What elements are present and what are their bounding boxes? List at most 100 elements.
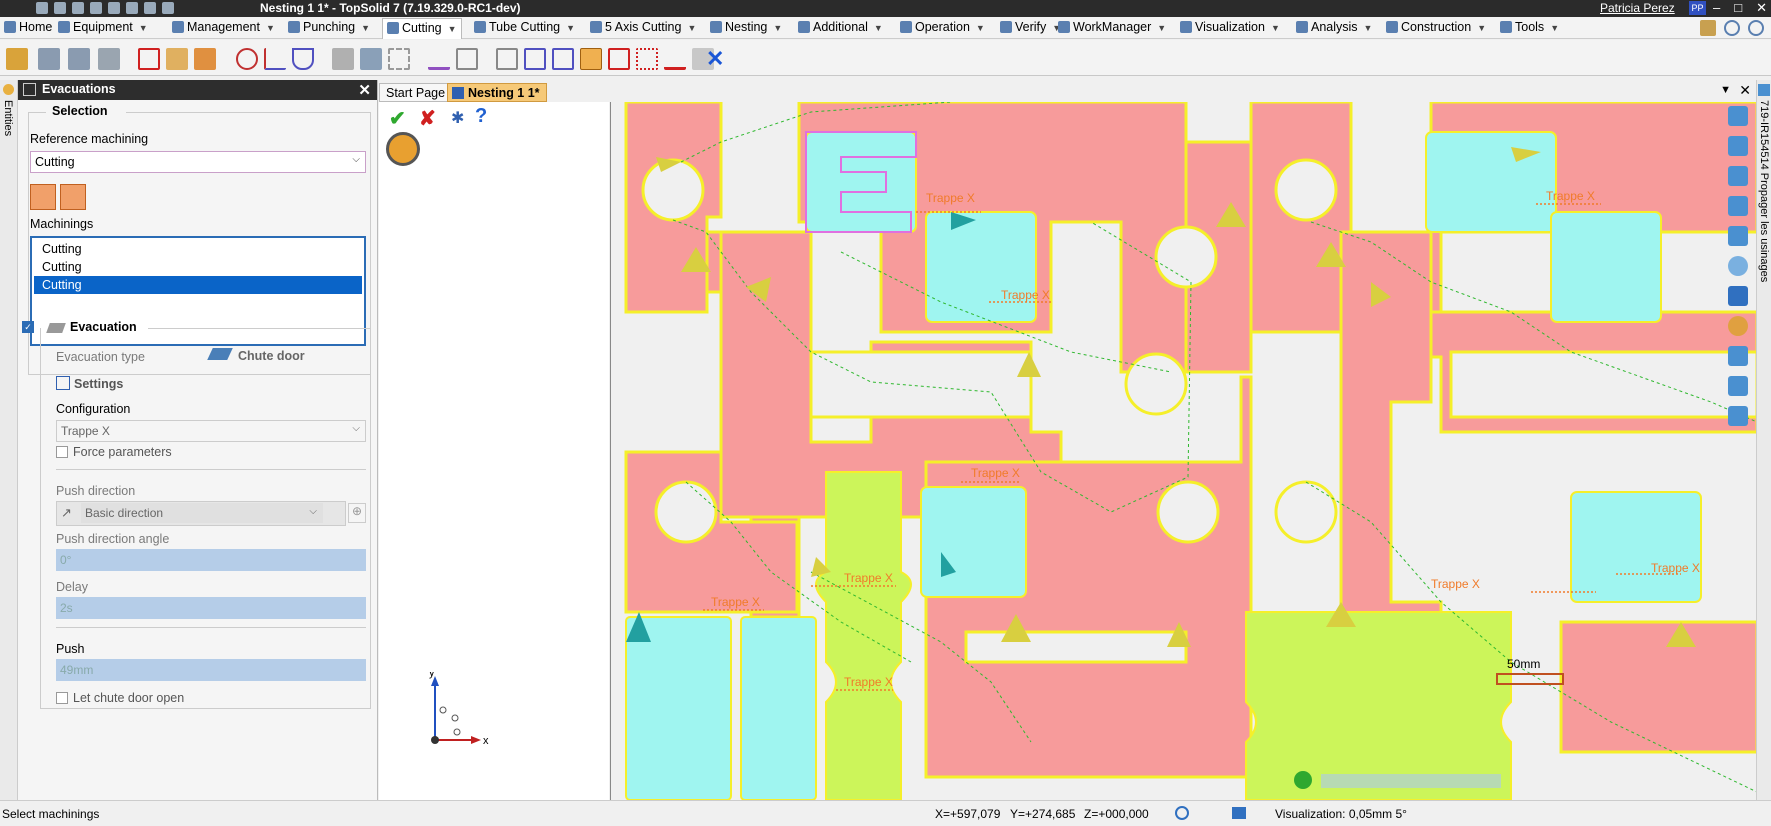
bridge-icon[interactable]: [664, 48, 686, 70]
magnify-icon[interactable]: [1728, 196, 1748, 216]
select-chain-icon[interactable]: [60, 184, 86, 210]
sequence-icons[interactable]: [1321, 774, 1501, 788]
tool-c-icon[interactable]: [388, 48, 410, 70]
chevron-down-icon[interactable]: ▼: [1157, 23, 1166, 33]
part-icon[interactable]: [98, 48, 120, 70]
redo-icon[interactable]: [108, 2, 120, 14]
menu-additional[interactable]: Additional ▼: [798, 20, 883, 38]
hole[interactable]: [1274, 158, 1338, 222]
chevron-down-icon[interactable]: ▼: [266, 23, 275, 33]
save-icon[interactable]: [36, 2, 48, 14]
menu-tools[interactable]: Tools ▼: [1500, 20, 1559, 38]
chevron-down-icon[interactable]: ▼: [448, 24, 457, 34]
slot[interactable]: [809, 350, 1033, 419]
chevron-down-icon[interactable]: ▼: [139, 23, 148, 33]
spline-icon[interactable]: [552, 48, 574, 70]
status-ok-icon[interactable]: [1294, 771, 1312, 789]
hole[interactable]: [1156, 480, 1220, 544]
micro-joint-icon[interactable]: [636, 48, 658, 70]
macro-icon[interactable]: [162, 2, 174, 14]
close-window-icon[interactable]: ✕: [1756, 0, 1767, 16]
print-icon[interactable]: [72, 2, 84, 14]
grid-icon[interactable]: [138, 48, 160, 70]
snap-icon[interactable]: [1175, 806, 1189, 820]
part[interactable]: [1245, 611, 1512, 800]
chevron-down-icon[interactable]: ▼: [1271, 23, 1280, 33]
tab-start-page[interactable]: Start Page: [379, 83, 453, 102]
profile-icon[interactable]: [496, 48, 518, 70]
slot[interactable]: [1449, 350, 1756, 419]
hole[interactable]: [1124, 352, 1188, 416]
menu-5-axis-cutting[interactable]: 5 Axis Cutting ▼: [590, 20, 696, 38]
user-name[interactable]: Patricia Perez: [1600, 1, 1675, 15]
menu-workmanager[interactable]: WorkManager ▼: [1058, 20, 1166, 38]
evacuation-icon[interactable]: [580, 48, 602, 70]
pin-icon[interactable]: ✱: [451, 108, 464, 128]
propagate-icon[interactable]: [1758, 84, 1770, 96]
import-icon[interactable]: [6, 48, 28, 70]
window-icon[interactable]: [1728, 226, 1748, 246]
let-chute-door-open-checkbox[interactable]: [56, 692, 68, 704]
layout-icon[interactable]: [194, 48, 216, 70]
zoom-icon[interactable]: [1748, 20, 1764, 36]
machine-icon[interactable]: [1728, 376, 1748, 396]
tool-b-icon[interactable]: [360, 48, 382, 70]
marker-icon[interactable]: [428, 48, 450, 70]
delay-field[interactable]: 2s: [56, 597, 366, 619]
menu-punching[interactable]: Punching ▼: [288, 20, 370, 38]
part[interactable]: [815, 471, 912, 800]
hole[interactable]: [654, 480, 718, 544]
chevron-down-icon[interactable]: ▼: [1364, 23, 1373, 33]
palette-icon[interactable]: [1728, 316, 1748, 336]
part[interactable]: [1559, 620, 1756, 754]
frame-icon[interactable]: [456, 48, 478, 70]
zoom-fit-icon[interactable]: [1728, 256, 1748, 276]
curve-icon[interactable]: [524, 48, 546, 70]
menu-operation[interactable]: Operation ▼: [900, 20, 985, 38]
menu-construction[interactable]: Construction ▼: [1386, 20, 1486, 38]
push-field[interactable]: 49mm: [56, 659, 366, 681]
pick-direction-icon[interactable]: ⊕: [348, 503, 366, 523]
close-document-icon[interactable]: ✕: [1739, 82, 1751, 99]
minimize-icon[interactable]: –: [1713, 0, 1720, 16]
validate-icon[interactable]: ✔: [389, 106, 406, 131]
refresh-icon[interactable]: [144, 2, 156, 14]
close-icon[interactable]: ✕: [358, 81, 371, 99]
evacuation-checkbox[interactable]: ✓: [22, 321, 34, 333]
menu-management[interactable]: Management ▼: [172, 20, 275, 38]
menu-verify[interactable]: Verify ▼: [1000, 20, 1061, 38]
graphics-viewport[interactable]: Trappe X Trappe X Trappe X Trappe X Trap…: [610, 102, 1756, 800]
reference-machining-select[interactable]: Cutting ⌵: [30, 151, 366, 173]
lead-in-icon[interactable]: [236, 48, 258, 70]
chevron-down-icon[interactable]: ▼: [566, 23, 575, 33]
undo-icon[interactable]: [90, 2, 102, 14]
menu-analysis[interactable]: Analysis ▼: [1296, 20, 1372, 38]
cancel-operation-icon[interactable]: ✘: [419, 106, 436, 131]
cancel-icon[interactable]: ✕: [706, 46, 724, 72]
maximize-icon[interactable]: □: [1734, 0, 1742, 16]
force-parameters-checkbox[interactable]: [56, 446, 68, 458]
layers-icon[interactable]: [1728, 346, 1748, 366]
chevron-down-icon[interactable]: ▼: [874, 23, 883, 33]
menu-cutting[interactable]: Cutting ▼: [382, 18, 462, 39]
entities-icon[interactable]: [3, 84, 14, 95]
help-icon[interactable]: ?: [475, 105, 487, 128]
layers-status-icon[interactable]: [1232, 807, 1246, 819]
nest-icon[interactable]: [166, 48, 188, 70]
evacuation-zone[interactable]: [1550, 211, 1662, 323]
save-all-icon[interactable]: [54, 2, 66, 14]
evacuation-zone[interactable]: [1570, 491, 1702, 603]
list-item[interactable]: Cutting: [34, 258, 362, 276]
configuration-select[interactable]: Trappe X ⌵: [56, 420, 366, 442]
chevron-down-icon[interactable]: ▼: [687, 23, 696, 33]
nesting-canvas[interactable]: Trappe X Trappe X Trappe X Trappe X Trap…: [611, 102, 1756, 800]
simulate-icon[interactable]: [1728, 406, 1748, 426]
evacuation-zone[interactable]: [625, 616, 732, 800]
push-angle-field[interactable]: 0°: [56, 549, 366, 571]
menu-visualization[interactable]: Visualization ▼: [1180, 20, 1280, 38]
hole[interactable]: [1274, 480, 1338, 544]
evacuation-zone[interactable]: [920, 486, 1027, 598]
evacuation-zone[interactable]: [925, 211, 1037, 323]
options-icon[interactable]: [1700, 20, 1716, 36]
tab-nesting[interactable]: Nesting 1 1*: [447, 83, 547, 102]
